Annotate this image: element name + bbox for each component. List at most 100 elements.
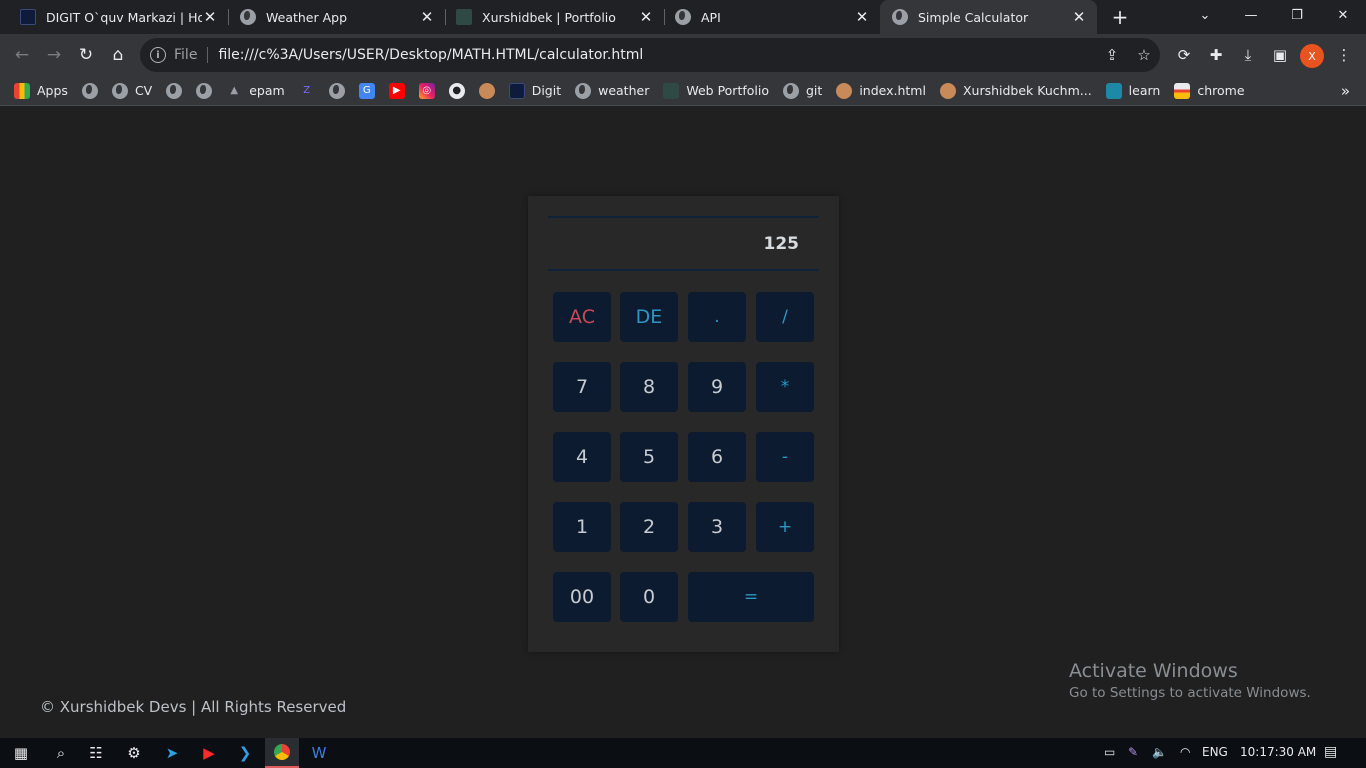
close-icon[interactable]: ✕: [854, 8, 870, 26]
bookmark-globe-3[interactable]: [196, 82, 213, 99]
download-icon[interactable]: ⤓: [1234, 41, 1262, 69]
zone-icon: Z: [303, 85, 311, 96]
pen-icon[interactable]: ✎: [1128, 745, 1138, 759]
key-4[interactable]: 4: [553, 432, 611, 482]
youtube-icon[interactable]: ▶: [192, 738, 226, 768]
key-0[interactable]: 0: [620, 572, 678, 622]
tab-search-button[interactable]: ⌄: [1182, 0, 1228, 30]
close-icon[interactable]: ✕: [202, 8, 218, 26]
key-subtract[interactable]: -: [756, 432, 814, 482]
new-tab-button[interactable]: +: [1108, 5, 1132, 29]
key-8[interactable]: 8: [620, 362, 678, 412]
key-divide[interactable]: /: [756, 292, 814, 342]
key-7[interactable]: 7: [553, 362, 611, 412]
tab-api[interactable]: API ✕: [655, 0, 880, 34]
bookmark-instagram[interactable]: ◎: [418, 82, 435, 99]
bookmark-star-icon[interactable]: ☆: [1128, 39, 1160, 71]
bookmark-xurshidbek[interactable]: Xurshidbek Kuchm...: [939, 82, 1092, 99]
bookmark-weather[interactable]: weather: [575, 82, 650, 99]
bookmark-github[interactable]: ●: [448, 82, 465, 99]
bookmark-zone[interactable]: Z: [299, 83, 315, 99]
bookmark-globe-2[interactable]: [166, 82, 183, 99]
notifications-icon[interactable]: ▤: [1324, 744, 1337, 760]
calculator-display[interactable]: 125: [548, 216, 819, 271]
minimize-button[interactable]: —: [1228, 0, 1274, 30]
chrome-icon[interactable]: [265, 738, 299, 768]
bookmark-chrome[interactable]: chrome: [1174, 82, 1245, 99]
omnibox-divider: [207, 47, 209, 63]
volume-icon[interactable]: 🔈: [1152, 745, 1167, 759]
tab-title: Simple Calculator: [918, 9, 1029, 25]
url-text[interactable]: file:///c%3A/Users/USER/Desktop/MATH.HTM…: [218, 47, 1096, 63]
task-view-icon[interactable]: ☷: [79, 738, 113, 768]
battery-icon[interactable]: ▭: [1104, 745, 1115, 759]
home-button[interactable]: ⌂: [104, 41, 132, 69]
share-icon[interactable]: ⇪: [1096, 39, 1128, 71]
site-info-icon[interactable]: i: [150, 47, 166, 63]
address-bar[interactable]: i File file:///c%3A/Users/USER/Desktop/M…: [140, 38, 1160, 72]
settings-icon[interactable]: ⚙: [117, 738, 151, 768]
bookmark-epam[interactable]: ▲ epam: [226, 83, 284, 99]
reload-button[interactable]: ↻: [72, 41, 100, 69]
bookmark-youtube[interactable]: ▶: [388, 82, 405, 99]
bookmark-globe-1[interactable]: [81, 82, 98, 99]
key-decimal[interactable]: .: [688, 292, 746, 342]
forward-button[interactable]: →: [40, 41, 68, 69]
close-icon[interactable]: ✕: [1071, 8, 1087, 26]
back-button[interactable]: ←: [8, 41, 36, 69]
key-9[interactable]: 9: [688, 362, 746, 412]
close-icon[interactable]: ✕: [419, 8, 435, 26]
tab-simple-calculator[interactable]: Simple Calculator ✕: [880, 0, 1097, 34]
key-2[interactable]: 2: [620, 502, 678, 552]
bookmark-digit[interactable]: Digit: [508, 82, 561, 99]
globe-icon: [166, 82, 183, 99]
tab-digit-home[interactable]: DIGIT O`quv Markazi | Home ✕: [0, 0, 228, 34]
key-add[interactable]: +: [756, 502, 814, 552]
bookmark-label: weather: [598, 83, 650, 98]
tab-portfolio[interactable]: Xurshidbek | Portfolio ✕: [436, 0, 664, 34]
bookmark-label: Xurshidbek Kuchm...: [962, 83, 1092, 98]
key-double-zero[interactable]: 00: [553, 572, 611, 622]
digit-logo-icon: [20, 9, 36, 25]
extensions-icon[interactable]: ✚: [1202, 41, 1230, 69]
bookmarks-overflow-icon[interactable]: »: [1341, 82, 1350, 100]
globe-icon: [783, 82, 799, 99]
key-3[interactable]: 3: [688, 502, 746, 552]
key-1[interactable]: 1: [553, 502, 611, 552]
close-icon[interactable]: ✕: [638, 8, 654, 26]
bookmark-globe-4[interactable]: [328, 82, 345, 99]
restore-button[interactable]: ❐: [1274, 0, 1320, 30]
bookmark-translate[interactable]: G: [358, 82, 375, 99]
bookmark-index-html[interactable]: index.html: [836, 82, 926, 99]
key-multiply[interactable]: *: [756, 362, 814, 412]
bookmark-web-portfolio[interactable]: Web Portfolio: [663, 82, 769, 99]
wifi-icon[interactable]: ◠: [1180, 745, 1190, 759]
bookmark-avatar[interactable]: [478, 82, 495, 99]
window-close-button[interactable]: ✕: [1320, 0, 1366, 30]
clock[interactable]: 10:17:30 AM: [1240, 745, 1316, 759]
globe-icon: [196, 82, 213, 99]
tab-title: Weather App: [266, 9, 348, 25]
vscode-icon[interactable]: ❯: [228, 738, 262, 768]
start-icon[interactable]: ▦: [4, 738, 38, 768]
bookmark-git[interactable]: git: [783, 82, 822, 99]
sync-icon[interactable]: ⟳: [1170, 41, 1198, 69]
profile-avatar[interactable]: X: [1300, 44, 1324, 68]
bookmark-cv[interactable]: CV: [111, 82, 152, 99]
bookmark-learn[interactable]: learn: [1105, 82, 1160, 99]
key-6[interactable]: 6: [688, 432, 746, 482]
side-panel-icon[interactable]: ▣: [1266, 41, 1294, 69]
language-indicator[interactable]: ENG: [1202, 745, 1228, 759]
menu-kebab-icon[interactable]: ⋮: [1330, 41, 1358, 69]
key-equals[interactable]: =: [688, 572, 814, 622]
avatar-icon: [836, 82, 853, 99]
avatar-icon: [939, 82, 956, 99]
key-all-clear[interactable]: AC: [553, 292, 611, 342]
bookmark-apps[interactable]: Apps: [14, 82, 68, 99]
key-5[interactable]: 5: [620, 432, 678, 482]
word-icon[interactable]: W: [302, 738, 336, 768]
tab-weather-app[interactable]: Weather App ✕: [220, 0, 445, 34]
telegram-icon[interactable]: ➤: [155, 738, 189, 768]
key-delete[interactable]: DE: [620, 292, 678, 342]
search-icon[interactable]: ⌕: [44, 738, 78, 768]
